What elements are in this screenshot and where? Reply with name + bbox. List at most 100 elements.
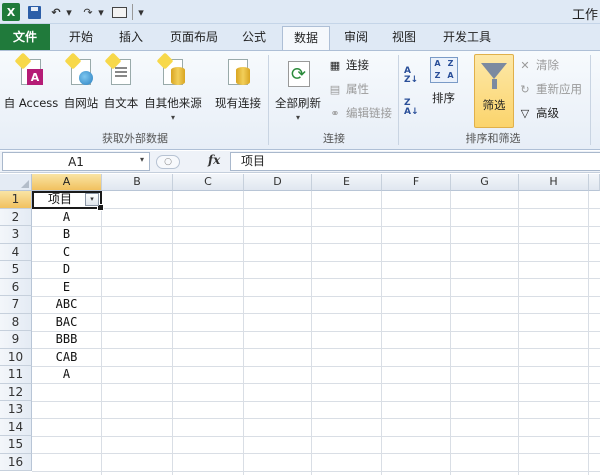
tab-data[interactable]: 数据: [282, 26, 330, 52]
cell-a11[interactable]: A: [32, 366, 101, 383]
column-header-e[interactable]: E: [312, 174, 382, 191]
database-icon: [156, 52, 187, 89]
save-icon[interactable]: [26, 3, 42, 21]
group-label-get-external-data: 获取外部数据: [102, 132, 168, 145]
tab-home[interactable]: 开始: [58, 26, 104, 50]
filter-dropdown-icon[interactable]: ▾: [85, 193, 99, 206]
web-icon: [64, 52, 95, 89]
tab-formulas[interactable]: 公式: [234, 26, 274, 50]
row-header-4[interactable]: 4: [0, 243, 32, 261]
row-header-12[interactable]: 12: [0, 383, 32, 401]
column-header-f[interactable]: F: [382, 174, 451, 191]
customize-toolbar-icon[interactable]: ▾: [136, 3, 146, 21]
row-header-2[interactable]: 2: [0, 208, 32, 226]
sort-button[interactable]: 排序: [432, 89, 455, 107]
cell-a6[interactable]: E: [32, 279, 101, 296]
sort-ascending-icon[interactable]: A Z↓: [404, 67, 420, 89]
properties-icon: ▤: [329, 82, 341, 96]
from-text-button[interactable]: 自文本: [102, 52, 140, 129]
from-other-sources-button[interactable]: 自其他来源 ▾: [142, 52, 204, 129]
advanced-filter-icon: ▽: [520, 106, 530, 120]
row-header-9[interactable]: 9: [0, 331, 32, 349]
reapply-icon: ↻: [520, 82, 530, 96]
tab-view[interactable]: 视图: [384, 26, 424, 50]
funnel-icon: [481, 63, 507, 79]
cell-a5[interactable]: D: [32, 261, 101, 278]
column-header-a[interactable]: A: [32, 174, 102, 191]
ribbon-divider: [398, 55, 399, 145]
spreadsheet-grid: A B C D E F G H 1 2 3 4 5 6 7 8 9 10 11 …: [0, 174, 600, 475]
column-header-b[interactable]: B: [102, 174, 173, 191]
row-header-8[interactable]: 8: [0, 313, 32, 331]
existing-connections-icon: [224, 57, 252, 89]
cell-a7[interactable]: ABC: [32, 296, 101, 313]
group-label-sort-and-filter: 排序和筛选: [465, 132, 521, 145]
chevron-down-icon: ▾: [170, 113, 175, 122]
clear-filter-button: ✕ 清除: [518, 55, 559, 75]
undo-icon[interactable]: ↶: [48, 3, 64, 21]
redo-dropdown-icon: ▾: [98, 5, 104, 19]
formula-bar: A1 ▾ ○ fx 项目: [0, 151, 600, 173]
refresh-icon: [284, 57, 312, 89]
redo-icon: ↷: [83, 5, 93, 19]
cell-a2[interactable]: A: [32, 209, 101, 226]
from-access-button[interactable]: A 自 Access: [2, 52, 60, 129]
chevron-down-icon[interactable]: ▾: [140, 155, 144, 164]
row-header-10[interactable]: 10: [0, 348, 32, 366]
ribbon-divider: [268, 55, 269, 145]
properties-button: ▤ 属性: [329, 82, 369, 96]
row-header-15[interactable]: 15: [0, 436, 32, 454]
tab-review[interactable]: 审阅: [336, 26, 376, 50]
column-header-d[interactable]: D: [244, 174, 312, 191]
filter-button[interactable]: 筛选: [474, 54, 514, 128]
column-header-h[interactable]: H: [519, 174, 589, 191]
group-label-connections: 连接: [323, 132, 345, 145]
cell-a10[interactable]: CAB: [32, 349, 101, 366]
name-box[interactable]: A1: [2, 152, 150, 171]
cell-a3[interactable]: B: [32, 226, 101, 243]
edit-links-button: ⚭ 编辑链接: [328, 103, 392, 123]
formula-bar-resize-handle[interactable]: ○: [156, 155, 180, 169]
form-icon[interactable]: [110, 3, 128, 21]
row-header-11[interactable]: 11: [0, 366, 32, 384]
row-header-7[interactable]: 7: [0, 296, 32, 314]
select-all-button[interactable]: [0, 174, 32, 191]
row-header-13[interactable]: 13: [0, 401, 32, 419]
row-header-3[interactable]: 3: [0, 226, 32, 244]
cell-a8[interactable]: BAC: [32, 314, 101, 331]
connections-button[interactable]: ▦ 连接: [328, 55, 369, 75]
column-header-g[interactable]: G: [451, 174, 519, 191]
undo-dropdown-icon[interactable]: ▾: [64, 3, 74, 21]
tab-insert[interactable]: 插入: [108, 26, 154, 50]
window-title: 工作: [571, 8, 598, 23]
cell-a4[interactable]: C: [32, 244, 101, 261]
from-web-button[interactable]: 自网站: [62, 52, 100, 129]
ribbon: A 自 Access 自网站 自文本 自其他来源 ▾ 现有连接 获取外部数据 全…: [0, 50, 600, 150]
sort-descending-icon[interactable]: Z A↓: [404, 99, 420, 121]
advanced-filter-button[interactable]: ▽ 高级: [518, 103, 559, 123]
formula-input[interactable]: 项目: [230, 152, 600, 171]
row-header-1[interactable]: 1: [0, 191, 32, 209]
ribbon-divider: [590, 55, 591, 145]
link-icon: ⚭: [330, 106, 340, 120]
tab-file[interactable]: 文件: [0, 24, 50, 50]
insert-function-icon[interactable]: fx: [208, 153, 220, 167]
excel-logo-icon[interactable]: X: [2, 3, 20, 21]
quick-access-toolbar: X ↶ ▾ ↷ ▾ ▾ 工作: [0, 0, 600, 24]
existing-connections-button[interactable]: 现有连接: [212, 55, 264, 129]
row-header-6[interactable]: 6: [0, 278, 32, 296]
row-header-5[interactable]: 5: [0, 261, 32, 279]
clear-filter-icon: ✕: [520, 58, 530, 72]
column-header-c[interactable]: C: [173, 174, 244, 191]
access-icon: A: [14, 52, 45, 89]
reapply-button: ↻ 重新应用: [518, 79, 582, 99]
ribbon-tabs: 文件 开始 插入 页面布局 公式 数据 审阅 视图 开发工具: [0, 24, 600, 52]
cell-a9[interactable]: BBB: [32, 331, 101, 348]
refresh-all-button[interactable]: 全部刷新 ▾: [272, 55, 324, 129]
text-file-icon: [104, 52, 135, 89]
column-header-partial: [589, 174, 600, 191]
tab-developer[interactable]: 开发工具: [432, 26, 502, 50]
row-header-16[interactable]: 16: [0, 453, 32, 471]
row-header-14[interactable]: 14: [0, 418, 32, 436]
tab-page-layout[interactable]: 页面布局: [162, 26, 226, 50]
